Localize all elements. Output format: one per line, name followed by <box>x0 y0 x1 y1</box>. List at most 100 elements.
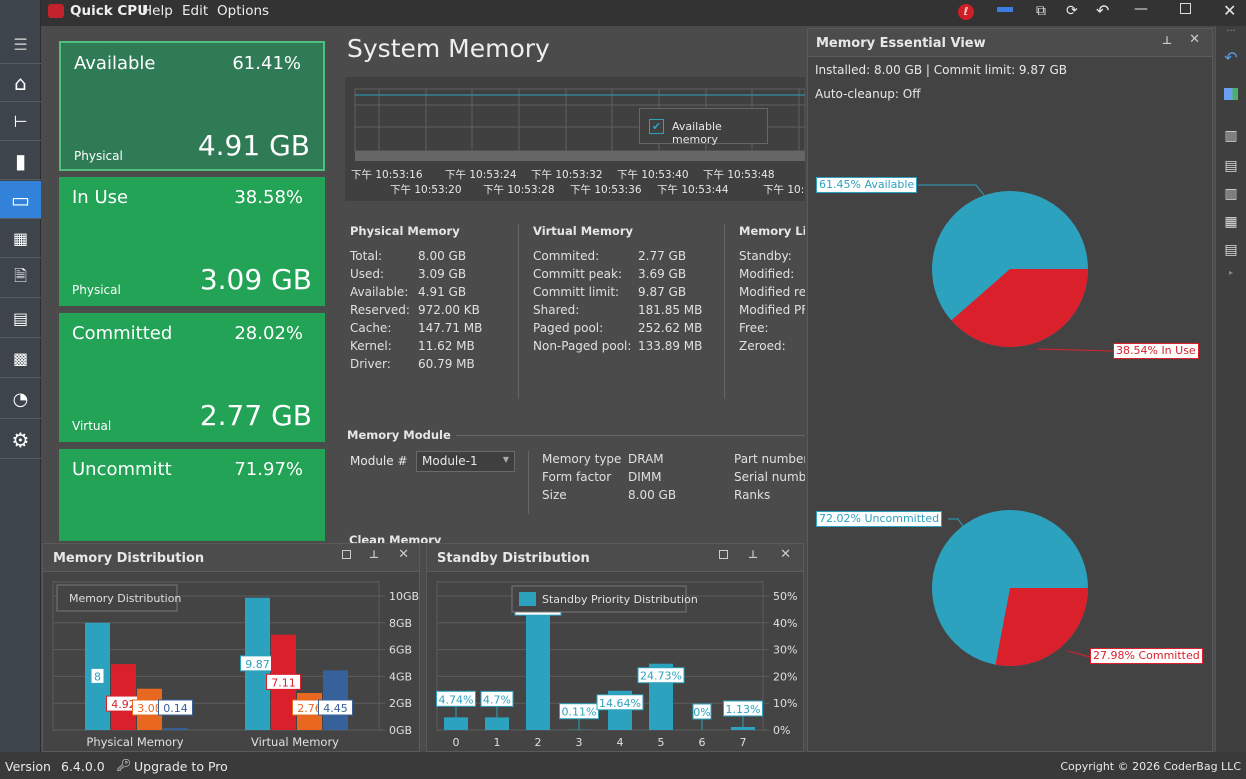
layout-panel-icon-3[interactable]: ▥ <box>1216 186 1246 202</box>
time-tick: 下午 10:53:44 <box>657 184 729 196</box>
info-label: Size <box>542 488 567 502</box>
menu-options[interactable]: Options <box>217 3 269 19</box>
chart-legend: ✔ Available memory <box>639 108 768 146</box>
undo-icon[interactable]: ↶ <box>1096 1 1109 20</box>
memory-list-label: Standby: <box>739 249 792 263</box>
info-row: Size 8.00 GB <box>542 486 692 504</box>
card-percent: 38.58% <box>234 187 303 208</box>
version-value: 6.4.0.0 <box>61 759 105 774</box>
bar-chart-icon[interactable]: ▮ <box>0 142 41 180</box>
theme-icon[interactable]: ℓ <box>958 4 974 20</box>
maximize-panel-icon[interactable] <box>342 550 351 559</box>
y-tick-label: 40% <box>773 617 797 630</box>
y-tick-label: 8GB <box>389 617 412 630</box>
info-label: Driver: <box>350 357 391 371</box>
data-label: 4.7% <box>483 693 511 706</box>
card-value: 3.09 GB <box>199 263 312 296</box>
tree-icon[interactable]: ⊢ <box>0 103 41 141</box>
data-label: 4.74% <box>439 693 474 706</box>
layout-panel-icon-2[interactable]: ▤ <box>1216 158 1246 174</box>
close-button[interactable]: ✕ <box>1223 1 1236 20</box>
card-uncommitt[interactable]: Uncommitt 71.97% <box>59 449 325 541</box>
layout-panel-icon-4[interactable]: ▦ <box>1216 214 1246 230</box>
expand-icon[interactable]: ▸ <box>1216 268 1246 277</box>
maximize-panel-icon[interactable] <box>719 550 728 559</box>
info-value: DRAM <box>628 452 664 466</box>
export-image-icon[interactable]: ⧉ <box>1036 3 1046 19</box>
memory-module-title: Memory Module <box>347 428 451 442</box>
gauge-icon[interactable]: ◔ <box>0 381 41 419</box>
panel-title: Standby Distribution <box>437 551 590 566</box>
info-row: Total: 8.00 GB <box>350 247 520 265</box>
info-row: Memory type DRAM <box>542 450 692 468</box>
pin-icon[interactable]: ⊥ <box>369 548 379 561</box>
time-tick: 下午 10:53:16 <box>351 169 423 181</box>
card-name: Committed <box>72 323 173 344</box>
layout-icon[interactable] <box>997 7 1013 12</box>
info-label: Paged pool: <box>533 321 604 335</box>
book-icon[interactable]: ▤ <box>0 300 41 338</box>
memory-list-label: Free: <box>739 321 769 335</box>
sidebar: ☰ ⌂ ⊢ ▮ ▭ ▦ 🗎 ▤ ▩ ◔ ⚙ <box>0 0 41 752</box>
info-row: Kernel: 11.62 MB <box>350 337 520 355</box>
menu-edit[interactable]: Edit <box>182 3 208 19</box>
time-tick: 下午 10:5 <box>763 184 805 196</box>
menu-help[interactable]: Help <box>142 3 173 19</box>
close-panel-icon[interactable]: ✕ <box>398 547 409 562</box>
memory-list-label: Modified rea <box>739 285 805 299</box>
category-label: 7 <box>740 736 747 749</box>
memory-icon[interactable]: ▭ <box>0 181 41 219</box>
more-icon[interactable]: ··· <box>1216 26 1246 37</box>
minimize-button[interactable]: — <box>1134 1 1148 17</box>
upgrade-link[interactable]: Upgrade to Pro <box>134 759 228 774</box>
pie2-slice-b <box>995 588 1088 666</box>
info-value: 8.00 GB <box>418 249 467 263</box>
data-label: 24.73% <box>640 670 682 683</box>
y-tick-label: 30% <box>773 644 797 657</box>
memory-list-section: Memory Lis Standby: Modified: Modified rea… <box>739 224 805 355</box>
card-in-use[interactable]: In Use 38.58% 3.09 GB Physical <box>59 177 325 306</box>
search-document-icon[interactable]: 🗎 <box>0 260 41 298</box>
info-row: Non-Paged pool: 133.89 MB <box>533 337 713 355</box>
card-committed[interactable]: Committed 28.02% 2.77 GB Virtual <box>59 313 325 442</box>
card-available[interactable]: Available 61.41% 4.91 GB Physical <box>59 41 325 171</box>
chip-icon[interactable]: ▩ <box>0 340 41 378</box>
hamburger-menu-icon[interactable]: ☰ <box>0 26 41 64</box>
category-label: 6 <box>699 736 706 749</box>
info-label: Cache: <box>350 321 392 335</box>
layout-panel-icon-1[interactable]: ▥ <box>1216 128 1246 144</box>
refresh-icon[interactable]: ⟳ <box>1066 3 1078 19</box>
info-value: DIMM <box>628 470 662 484</box>
time-tick: 下午 10:53:24 <box>445 169 517 181</box>
table-settings-icon[interactable]: ▦ <box>0 220 41 258</box>
pie-charts <box>918 184 1114 666</box>
info-value: 133.89 MB <box>638 339 703 353</box>
undo-layout-icon[interactable]: ↶ <box>1216 48 1246 67</box>
pie1-in-use-label: 38.54% In Use <box>1113 343 1199 359</box>
gear-icon[interactable]: ⚙ <box>0 421 41 459</box>
info-label: Used: <box>350 267 385 281</box>
section-title: Physical Memory <box>350 224 460 238</box>
chevron-down-icon: ▼ <box>502 455 509 464</box>
close-panel-icon[interactable]: ✕ <box>780 547 791 562</box>
layout-panel-icon-5[interactable]: ▤ <box>1216 242 1246 258</box>
color-layout-icon[interactable] <box>1216 88 1246 104</box>
legend-label: Standby Priority Distribution <box>542 593 698 606</box>
memory-list-label: Modified: <box>739 267 795 281</box>
pie2-uncommitted-label: 72.02% Uncommitted <box>816 511 943 527</box>
maximize-button[interactable] <box>1180 3 1191 14</box>
card-type: Virtual <box>72 419 112 433</box>
info-label: Available: <box>350 285 409 299</box>
data-label: 1.13% <box>726 703 761 716</box>
module-select[interactable]: Module-1 ▼ <box>416 451 515 472</box>
physical-memory-section: Physical Memory Total: 8.00 GB Used: 3.09 G… <box>350 224 520 373</box>
home-icon[interactable]: ⌂ <box>0 64 41 102</box>
card-name: Uncommitt <box>72 459 172 480</box>
info-row: Committ peak: 3.69 GB <box>533 265 713 283</box>
pin-icon[interactable]: ⊥ <box>748 548 758 561</box>
info-value: 8.00 GB <box>628 488 677 502</box>
info-row: Shared: 181.85 MB <box>533 301 713 319</box>
available-memory-checkbox[interactable]: ✔ <box>649 119 664 134</box>
module-select-value: Module-1 <box>422 454 478 468</box>
memory-distribution-chart: 0GB2GB4GB6GB8GB10GBPhysical Memory84.92 3… <box>52 581 419 749</box>
